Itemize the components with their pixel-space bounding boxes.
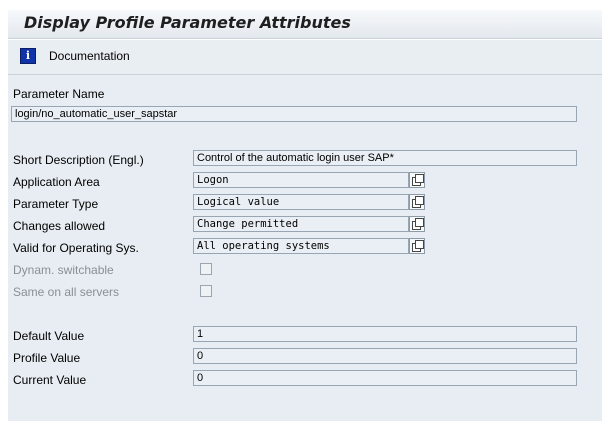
profile-value-field[interactable]: 0 xyxy=(193,348,577,364)
parameter-name-field[interactable]: login/no_automatic_user_sapstar xyxy=(11,106,577,122)
default-value-label: Default Value xyxy=(13,329,85,343)
valid-os-label: Valid for Operating Sys. xyxy=(13,241,139,255)
short-description-field[interactable]: Control of the automatic login user SAP* xyxy=(193,150,577,166)
application-area-field[interactable]: Logon xyxy=(193,172,409,188)
same-on-all-servers-checkbox[interactable] xyxy=(200,285,212,297)
valid-os-value-help-button[interactable] xyxy=(409,238,425,254)
application-toolbar: i Documentation xyxy=(8,40,602,75)
valid-os-field[interactable]: All operating systems xyxy=(193,238,409,254)
profile-value-label: Profile Value xyxy=(13,351,81,365)
documentation-label: Documentation xyxy=(49,49,130,63)
changes-allowed-label: Changes allowed xyxy=(13,219,106,233)
current-value-field[interactable]: 0 xyxy=(193,370,577,386)
short-description-label: Short Description (Engl.) xyxy=(13,153,144,167)
parameter-type-value-help-button[interactable] xyxy=(409,194,425,210)
default-value-field[interactable]: 1 xyxy=(193,326,577,342)
content-area: Parameter Name login/no_automatic_user_s… xyxy=(8,75,602,421)
same-on-all-servers-label: Same on all servers xyxy=(13,285,120,299)
changes-allowed-field[interactable]: Change permitted xyxy=(193,216,409,232)
changes-allowed-value-help-button[interactable] xyxy=(409,216,425,232)
dynam-switchable-checkbox[interactable] xyxy=(200,263,212,275)
application-area-label: Application Area xyxy=(13,175,100,189)
parameter-type-field[interactable]: Logical value xyxy=(193,194,409,210)
application-area-value-help-button[interactable] xyxy=(409,172,425,188)
parameter-type-label: Parameter Type xyxy=(13,197,99,211)
page-title: Display Profile Parameter Attributes xyxy=(24,13,351,32)
parameter-name-label: Parameter Name xyxy=(13,87,105,101)
current-value-label: Current Value xyxy=(13,373,87,387)
info-icon: i xyxy=(20,48,36,64)
dynam-switchable-label: Dynam. switchable xyxy=(13,263,114,277)
title-bar: Display Profile Parameter Attributes xyxy=(8,10,602,39)
